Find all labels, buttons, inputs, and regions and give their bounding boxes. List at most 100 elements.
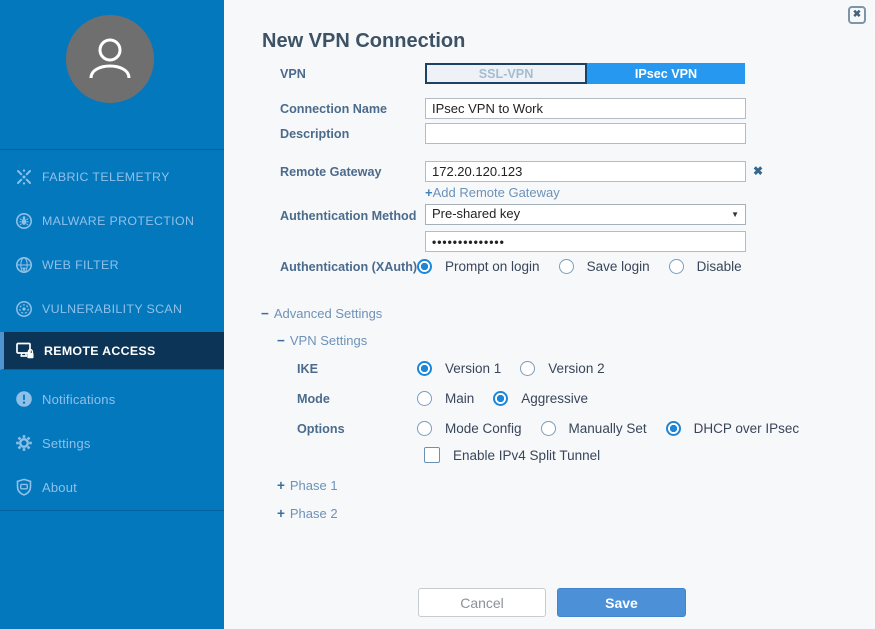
- remote-gateway-label: Remote Gateway: [280, 165, 430, 179]
- sidebar-item-notifications[interactable]: Notifications: [0, 381, 224, 417]
- vpn-type-tabs: SSL-VPN IPsec VPN: [425, 63, 745, 84]
- sidebar-item-about[interactable]: About: [0, 469, 224, 505]
- expand-icon: +: [277, 506, 285, 521]
- remote-access-icon: [15, 341, 35, 360]
- collapse-icon: −: [277, 333, 285, 348]
- vpn-type-label: VPN: [280, 67, 430, 81]
- radio-disable[interactable]: Disable: [669, 259, 742, 274]
- radio-icon: [493, 391, 508, 406]
- radio-label: Version 1: [445, 361, 501, 376]
- expand-icon: +: [277, 478, 285, 493]
- fabric-telemetry-icon: [15, 168, 33, 186]
- phase2-toggle[interactable]: + Phase 2: [277, 506, 338, 521]
- remote-gateway-input[interactable]: [425, 161, 746, 182]
- split-tunnel-checkbox-row[interactable]: Enable IPv4 Split Tunnel: [424, 447, 600, 463]
- vpn-settings-toggle[interactable]: −VPN Settings: [277, 333, 367, 348]
- save-button[interactable]: Save: [557, 588, 686, 617]
- sidebar-item-fabric-telemetry[interactable]: FABRIC TELEMETRY: [0, 159, 224, 195]
- add-remote-gateway-link[interactable]: +Add Remote Gateway: [425, 185, 560, 200]
- vpn-dialog: ✖ New VPN Connection VPN SSL-VPN IPsec V…: [224, 0, 875, 629]
- radio-main[interactable]: Main: [417, 391, 474, 406]
- connection-name-input[interactable]: [425, 98, 746, 119]
- tab-ssl-vpn[interactable]: SSL-VPN: [425, 63, 587, 84]
- description-input[interactable]: [425, 123, 746, 144]
- radio-dhcp-over-ipsec[interactable]: DHCP over IPsec: [666, 421, 800, 436]
- ike-radio-group: Version 1 Version 2: [417, 361, 624, 376]
- radio-manually-set[interactable]: Manually Set: [541, 421, 647, 436]
- radio-icon: [417, 421, 432, 436]
- sidebar: FABRIC TELEMETRY MALWARE PROTECTION WEB …: [0, 0, 224, 629]
- close-icon[interactable]: ✖: [848, 6, 866, 24]
- radio-label: Aggressive: [521, 391, 588, 406]
- auth-method-select[interactable]: Pre-shared key ▼: [425, 204, 746, 225]
- add-remote-gateway-label: Add Remote Gateway: [433, 185, 560, 200]
- shield-icon: [15, 478, 33, 496]
- radio-label: Save login: [587, 259, 650, 274]
- page-title: New VPN Connection: [262, 30, 465, 53]
- radio-version-1[interactable]: Version 1: [417, 361, 501, 376]
- radio-label: Version 2: [548, 361, 604, 376]
- sidebar-item-label: FABRIC TELEMETRY: [42, 170, 170, 184]
- radio-label: DHCP over IPsec: [694, 421, 800, 436]
- sidebar-item-remote-access[interactable]: REMOTE ACCESS: [0, 332, 224, 370]
- connection-name-label: Connection Name: [280, 102, 430, 116]
- radio-label: Prompt on login: [445, 259, 540, 274]
- sidebar-item-label: MALWARE PROTECTION: [42, 214, 194, 228]
- auth-method-value: Pre-shared key: [432, 206, 520, 221]
- radio-label: Disable: [697, 259, 742, 274]
- sidebar-item-vulnerability-scan[interactable]: VULNERABILITY SCAN: [0, 291, 224, 327]
- radio-icon: [417, 361, 432, 376]
- phase1-label: Phase 1: [290, 478, 338, 493]
- radio-label: Main: [445, 391, 474, 406]
- radio-icon: [669, 259, 684, 274]
- remove-gateway-icon[interactable]: ✖: [753, 164, 763, 178]
- radio-icon: [541, 421, 556, 436]
- radio-label: Manually Set: [569, 421, 647, 436]
- options-radio-group: Mode Config Manually Set DHCP over IPsec: [417, 421, 818, 436]
- malware-protection-icon: [15, 212, 33, 230]
- avatar[interactable]: [66, 15, 154, 103]
- sidebar-item-label: Notifications: [42, 392, 115, 407]
- vulnerability-scan-icon: [15, 300, 33, 318]
- tab-ipsec-vpn[interactable]: IPsec VPN: [587, 63, 745, 84]
- radio-aggressive[interactable]: Aggressive: [493, 391, 588, 406]
- web-filter-icon: [15, 256, 33, 274]
- sidebar-item-web-filter[interactable]: WEB FILTER: [0, 247, 224, 283]
- checkbox-icon[interactable]: [424, 447, 440, 463]
- radio-version-2[interactable]: Version 2: [520, 361, 604, 376]
- auth-method-label: Authentication Method: [280, 209, 430, 223]
- radio-mode-config[interactable]: Mode Config: [417, 421, 522, 436]
- phase1-toggle[interactable]: + Phase 1: [277, 478, 338, 493]
- xauth-radio-group: Prompt on login Save login Disable: [417, 259, 761, 274]
- sidebar-item-label: WEB FILTER: [42, 258, 119, 272]
- radio-label: Mode Config: [445, 421, 522, 436]
- ike-label: IKE: [297, 362, 417, 376]
- plus-icon: +: [425, 185, 433, 200]
- sidebar-divider-bottom: [0, 510, 224, 511]
- sidebar-item-settings[interactable]: Settings: [0, 425, 224, 461]
- options-label: Options: [297, 422, 417, 436]
- user-icon: [82, 31, 138, 87]
- cancel-button[interactable]: Cancel: [418, 588, 546, 617]
- sidebar-item-label: REMOTE ACCESS: [44, 344, 156, 358]
- sidebar-item-label: About: [42, 480, 77, 495]
- collapse-icon: −: [261, 306, 269, 321]
- vpn-settings-label: VPN Settings: [290, 333, 367, 348]
- sidebar-item-malware-protection[interactable]: MALWARE PROTECTION: [0, 203, 224, 239]
- radio-icon: [520, 361, 535, 376]
- radio-icon: [417, 259, 432, 274]
- radio-prompt-on-login[interactable]: Prompt on login: [417, 259, 540, 274]
- mode-radio-group: Main Aggressive: [417, 391, 607, 406]
- phase2-label: Phase 2: [290, 506, 338, 521]
- split-tunnel-label: Enable IPv4 Split Tunnel: [453, 448, 600, 463]
- radio-icon: [666, 421, 681, 436]
- radio-save-login[interactable]: Save login: [559, 259, 650, 274]
- xauth-label: Authentication (XAuth): [280, 260, 430, 274]
- sidebar-item-label: VULNERABILITY SCAN: [42, 302, 182, 316]
- radio-icon: [417, 391, 432, 406]
- chevron-down-icon: ▼: [731, 210, 739, 219]
- description-label: Description: [280, 127, 430, 141]
- advanced-settings-toggle[interactable]: −Advanced Settings: [261, 306, 382, 321]
- preshared-key-input[interactable]: [425, 231, 746, 252]
- sidebar-divider-top: [0, 149, 224, 150]
